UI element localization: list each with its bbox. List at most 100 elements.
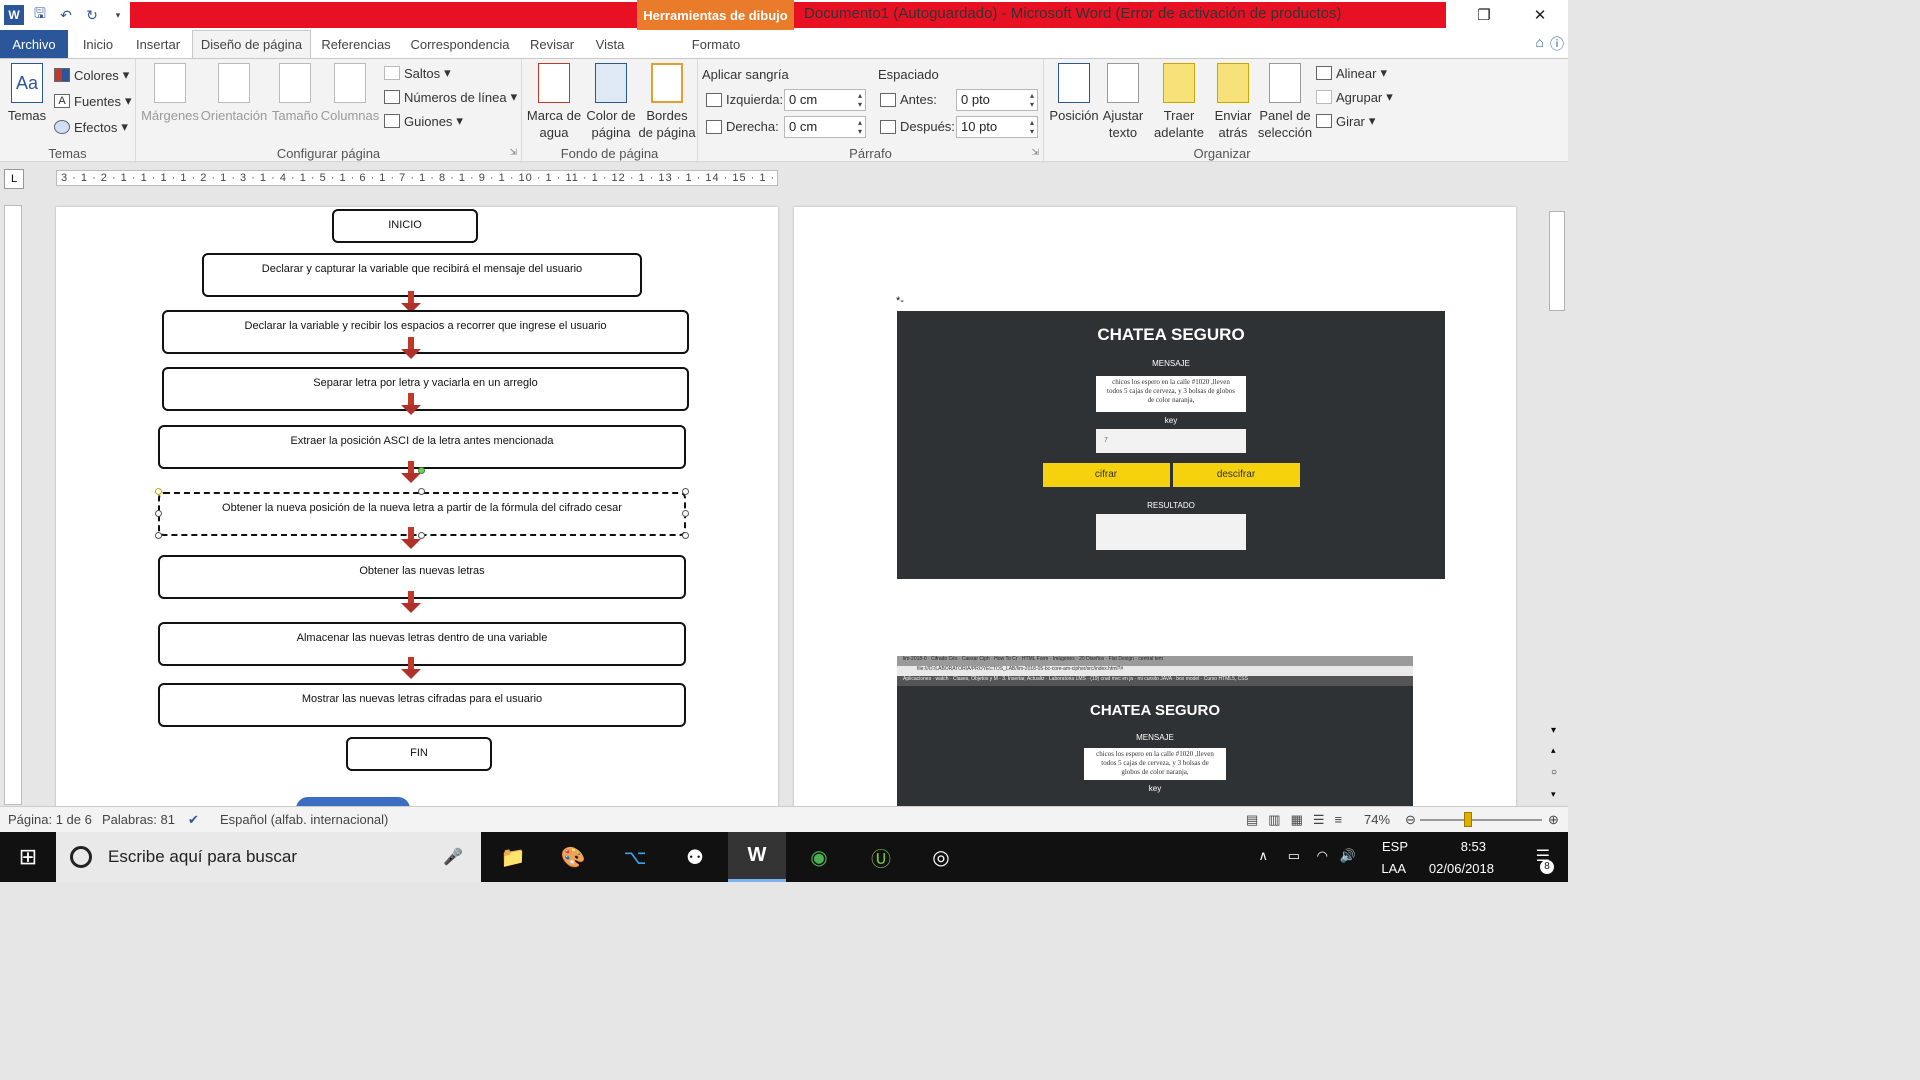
clock-time[interactable]: 8:53 xyxy=(1461,839,1486,854)
outline-icon[interactable]: ☰ xyxy=(1313,812,1325,828)
flow-step-8[interactable]: Mostrar las nuevas letras cifradas para … xyxy=(158,683,686,727)
input-layout[interactable]: LAA xyxy=(1381,861,1406,876)
girar-button[interactable]: Girar ▾ xyxy=(1316,113,1375,129)
screenshot-image-2[interactable]: lim-2018-0 · Cifrado Cés · Caesar Ciph ·… xyxy=(897,656,1413,806)
orientacion-button[interactable]: Orientación xyxy=(201,63,267,124)
tab-inicio[interactable]: Inicio xyxy=(76,30,120,58)
file-explorer-icon[interactable]: 📁 xyxy=(484,832,542,882)
zoom-out-icon[interactable]: ⊖ xyxy=(1405,812,1416,828)
taskbar-search-box[interactable]: Escribe aquí para buscar 🎤 xyxy=(56,832,481,882)
zoom-slider[interactable] xyxy=(1420,819,1542,821)
language[interactable]: Español (alfab. internacional) xyxy=(220,812,388,827)
show-hidden-icons-icon[interactable]: ∧ xyxy=(1258,848,1268,864)
spin-arrows-icon[interactable]: ▴ ▾ xyxy=(858,118,862,136)
paint-icon[interactable]: 🎨 xyxy=(544,832,602,882)
horizontal-ruler[interactable]: 3 · 1 · 2 · 1 · 1 · 1 · 1 · 2 · 1 · 3 · … xyxy=(56,170,778,186)
chrome-icon[interactable]: ◉ xyxy=(790,832,848,882)
resize-handle-icon[interactable] xyxy=(682,488,689,495)
indent-left-field[interactable]: 0 cm ▴ ▾ xyxy=(784,89,866,111)
next-page-icon[interactable]: ▾ xyxy=(1551,789,1556,800)
resize-handle-icon[interactable] xyxy=(155,532,162,539)
color-pagina-button[interactable]: Color de página xyxy=(582,63,640,141)
traer-adelante-button[interactable]: Traer adelante xyxy=(1148,63,1210,141)
input-language[interactable]: ESP xyxy=(1382,839,1408,854)
flow-step-1[interactable]: Declarar y capturar la variable que reci… xyxy=(202,253,642,297)
resize-handle-icon[interactable] xyxy=(418,488,425,495)
dialog-launcher-icon[interactable]: ⇲ xyxy=(509,147,517,158)
resize-handle-icon[interactable] xyxy=(682,532,689,539)
margenes-button[interactable]: Márgenes xyxy=(140,63,200,124)
windows-start-icon[interactable]: ⊞ xyxy=(0,832,56,882)
resize-handle-icon[interactable] xyxy=(682,510,689,517)
dialog-launcher-icon[interactable]: ⇲ xyxy=(1031,147,1039,158)
spin-arrows-icon[interactable]: ▴ ▾ xyxy=(858,91,862,109)
word-taskbar-icon[interactable]: W xyxy=(728,832,786,882)
restore-button[interactable]: ❐ xyxy=(1456,0,1512,30)
enviar-atras-button[interactable]: Enviar atrás xyxy=(1208,63,1258,141)
wifi-icon[interactable]: ◠ xyxy=(1317,848,1328,864)
flow-step-2[interactable]: Declarar la variable y recibir los espac… xyxy=(162,310,689,354)
posicion-button[interactable]: Posición xyxy=(1046,63,1102,124)
vertical-scrollbar[interactable]: ▾ ▴ ○ ▾ xyxy=(1546,193,1568,806)
resize-handle-icon[interactable] xyxy=(155,488,162,495)
indent-right-field[interactable]: 0 cm ▴ ▾ xyxy=(784,116,866,138)
close-button[interactable]: ✕ xyxy=(1512,0,1568,30)
spin-arrows-icon[interactable]: ▴ ▾ xyxy=(1030,91,1034,109)
vertical-ruler[interactable] xyxy=(4,205,22,805)
temas-button[interactable]: Aa Temas xyxy=(6,63,48,124)
clock-date[interactable]: 02/06/2018 xyxy=(1429,861,1494,876)
bordes-pagina-button[interactable]: Bordes de página xyxy=(638,63,696,141)
draft-icon[interactable]: ≡ xyxy=(1335,812,1343,828)
spin-arrows-icon[interactable]: ▴ ▾ xyxy=(1030,118,1034,136)
scroll-down-icon[interactable]: ▾ xyxy=(1551,725,1556,736)
flow-step-3[interactable]: Separar letra por letra y vaciarla en un… xyxy=(162,367,689,411)
tamano-button[interactable]: Tamaño xyxy=(268,63,322,124)
battery-icon[interactable]: ▭ xyxy=(1288,848,1300,864)
flow-step-5-selected[interactable]: Obtener la nueva posición de la nueva le… xyxy=(158,492,686,536)
tab-referencias[interactable]: Referencias xyxy=(316,30,396,58)
prev-page-icon[interactable]: ▴ xyxy=(1551,745,1556,756)
page-count[interactable]: Página: 1 de 6 xyxy=(8,812,92,827)
flow-step-4[interactable]: Extraer la posición ASCI de la letra ant… xyxy=(158,425,686,469)
help-icon[interactable]: ⓘ xyxy=(1550,34,1564,54)
vscode-icon[interactable]: ⌥ xyxy=(606,832,664,882)
fuentes-button[interactable]: A Fuentes ▾ xyxy=(54,93,132,109)
ajustar-texto-button[interactable]: Ajustar texto xyxy=(1098,63,1148,141)
game-app-icon[interactable]: ⚉ xyxy=(666,832,724,882)
spacing-before-field[interactable]: 0 pto ▴ ▾ xyxy=(956,89,1038,111)
efectos-button[interactable]: Efectos ▾ xyxy=(54,119,128,135)
browse-object-icon[interactable]: ○ xyxy=(1551,767,1557,778)
word-count[interactable]: Palabras: 81 xyxy=(102,812,175,827)
tab-diseno[interactable]: Diseño de página xyxy=(192,30,311,58)
save-icon[interactable]: 🖫 xyxy=(30,5,50,25)
zoom-in-icon[interactable]: ⊕ xyxy=(1548,812,1559,828)
flow-start-box[interactable]: INICIO xyxy=(332,209,478,243)
flow-step-6[interactable]: Obtener las nuevas letras xyxy=(158,555,686,599)
volume-icon[interactable]: 🔊 xyxy=(1340,848,1356,864)
tab-correspondencia[interactable]: Correspondencia xyxy=(402,30,518,58)
guiones-button[interactable]: Guiones ▾ xyxy=(384,113,463,129)
undo-icon[interactable]: ↶ xyxy=(56,5,76,25)
customize-qat-icon[interactable]: ▾ xyxy=(108,5,128,25)
zoom-slider-thumb[interactable] xyxy=(1464,812,1472,827)
alinear-button[interactable]: Alinear ▾ xyxy=(1316,65,1387,81)
utorrent-icon[interactable]: Ⓤ xyxy=(852,832,910,882)
tab-selector[interactable]: L xyxy=(4,169,24,189)
scroll-thumb[interactable] xyxy=(1549,211,1565,311)
read-mode-icon[interactable]: ▥ xyxy=(1268,812,1280,828)
colores-button[interactable]: Colores ▾ xyxy=(54,67,129,83)
tab-formato[interactable]: Formato xyxy=(638,30,794,58)
tab-revisar[interactable]: Revisar xyxy=(524,30,580,58)
media-app-icon[interactable]: ◎ xyxy=(912,832,970,882)
spacing-after-field[interactable]: 10 pto ▴ ▾ xyxy=(956,116,1038,138)
numeros-linea-button[interactable]: Números de línea ▾ xyxy=(384,89,517,105)
web-layout-icon[interactable]: ▦ xyxy=(1291,812,1303,828)
columnas-button[interactable]: Columnas xyxy=(320,63,380,124)
panel-seleccion-button[interactable]: Panel de selección xyxy=(1256,63,1314,141)
marca-agua-button[interactable]: Marca de agua xyxy=(526,63,582,141)
redo-icon[interactable]: ↻ xyxy=(82,5,102,25)
microphone-icon[interactable]: 🎤 xyxy=(443,847,463,867)
proofing-icon[interactable]: ✔ xyxy=(188,812,199,828)
tab-archivo[interactable]: Archivo xyxy=(0,30,68,58)
collapse-ribbon-icon[interactable]: ⌂ xyxy=(1536,34,1544,54)
